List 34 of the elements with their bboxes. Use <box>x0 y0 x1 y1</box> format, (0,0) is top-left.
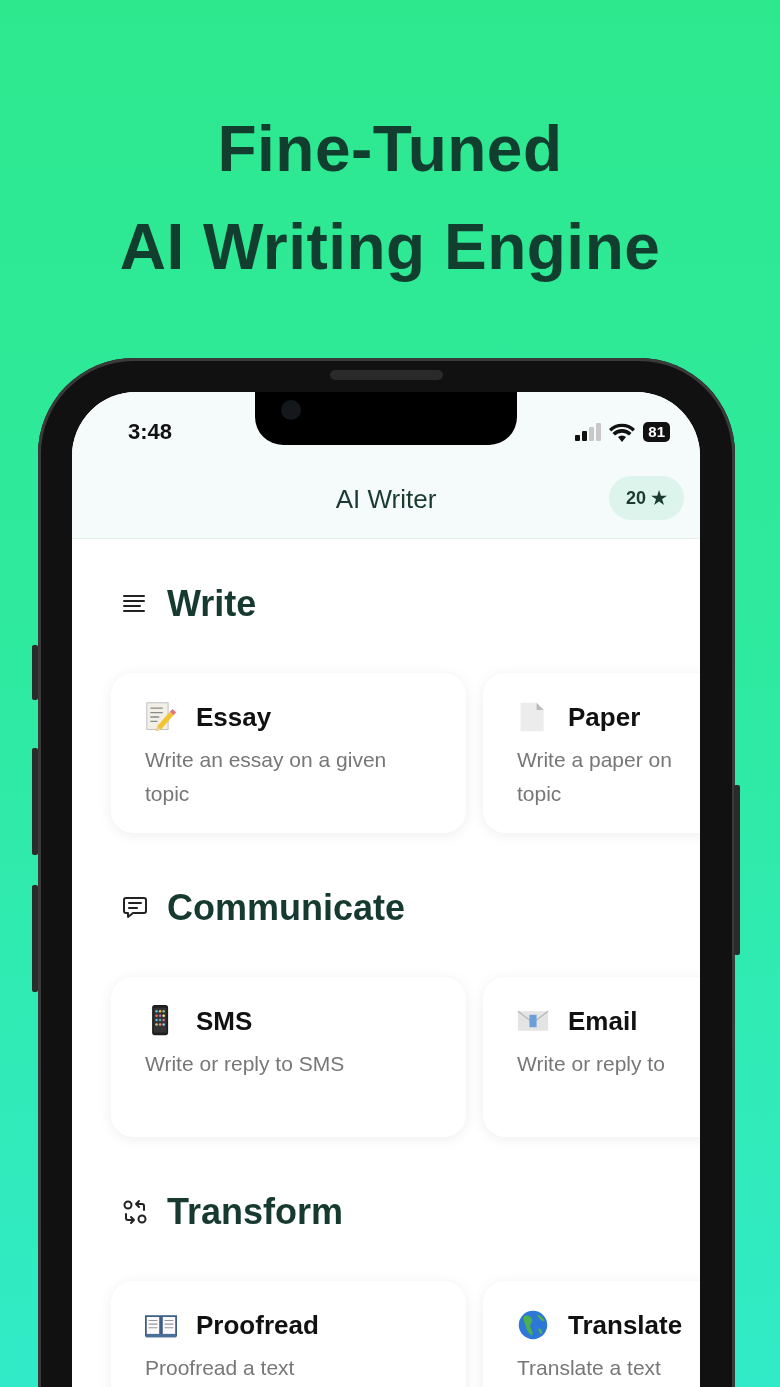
card-title: Email <box>568 1005 638 1037</box>
card-title: Translate <box>568 1309 683 1341</box>
status-time: 3:48 <box>128 418 173 446</box>
card-description: Write an essay on a given topic <box>145 747 388 807</box>
chat-icon <box>122 895 148 921</box>
tool-card[interactable]: Proofread Proofread a text <box>111 1281 466 1387</box>
swap-icon <box>122 1199 148 1225</box>
card-description: Write a paper on topic <box>517 747 673 807</box>
camera-lens <box>281 400 301 420</box>
app-title: AI Writer <box>335 482 437 516</box>
tool-card[interactable]: Essay Write an essay on a given topic <box>111 673 466 833</box>
card-description: Write or reply to <box>517 1051 666 1077</box>
tool-card[interactable]: Translate Translate a text <box>483 1281 700 1387</box>
section-title: Write <box>167 584 257 624</box>
tool-card[interactable]: SMS Write or reply to SMS <box>111 977 466 1137</box>
card-description: Translate a text <box>517 1355 662 1381</box>
credits-badge[interactable]: 20 ★ <box>608 476 684 520</box>
wifi-icon <box>609 422 636 442</box>
tool-card[interactable]: Paper Write a paper on topic <box>483 673 700 833</box>
headline: Fine-Tuned <box>217 112 563 187</box>
globe-icon <box>517 1309 549 1341</box>
signal-icon <box>575 423 602 441</box>
tool-card[interactable]: Email Write or reply to <box>483 977 700 1137</box>
card-title: Paper <box>568 701 641 733</box>
section-title: Communicate <box>167 888 406 928</box>
notepad-pencil-icon <box>145 701 177 733</box>
card-description: Proofread a text <box>145 1355 296 1381</box>
headline: AI Writing Engine <box>119 210 661 285</box>
battery-level: 81 <box>643 422 670 442</box>
card-title: Essay <box>196 701 272 733</box>
card-title: SMS <box>196 1005 253 1037</box>
card-description: Write or reply to SMS <box>145 1051 346 1077</box>
card-title: Proofread <box>196 1309 319 1341</box>
section-title: Transform <box>167 1192 344 1232</box>
